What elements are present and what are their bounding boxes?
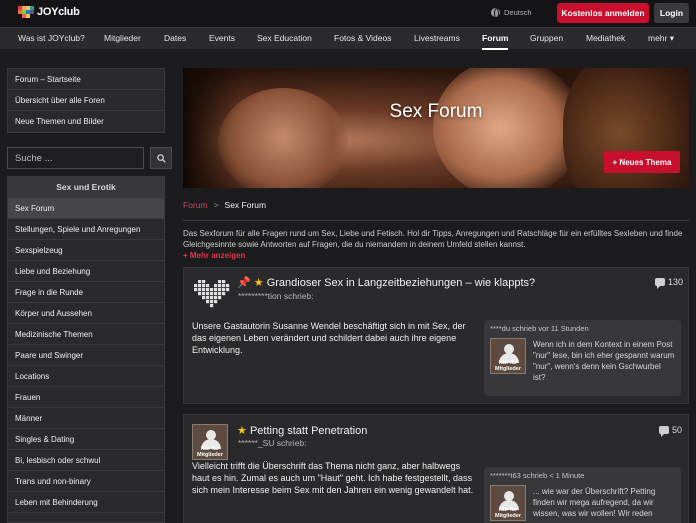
category-item[interactable]: Singles & Dating [8, 429, 164, 450]
category-item[interactable]: Frage in die Runde [8, 282, 164, 303]
hero-photo-part [433, 68, 583, 188]
reply-head: *******t63 schrieb < 1 Minute [490, 471, 585, 480]
main-nav: Was ist JOYclub? Mitglieder Dates Events… [0, 27, 696, 50]
nav-more-label: mehr [648, 33, 668, 43]
forum-description: Das Sexforum für alle Fragen rund um Sex… [183, 229, 683, 249]
thread-card[interactable]: 📌 ★ Grandioser Sex in Langzeitbeziehunge… [183, 267, 689, 404]
category-item[interactable]: Stellungen, Spiele und Anregungen [8, 219, 164, 240]
category-item[interactable]: Liebe und Beziehung [8, 261, 164, 282]
comment-icon [659, 426, 669, 437]
thread-excerpt: Vielleicht trifft die Überschrift das Th… [192, 461, 474, 495]
register-button[interactable]: Kostenlos anmelden [557, 3, 649, 23]
search-input[interactable] [7, 147, 144, 169]
category-title: Sex und Erotik [8, 177, 164, 198]
nav-item-livestreams[interactable]: Livestreams [414, 28, 460, 50]
thread-author: *********tion schrieb: [238, 291, 314, 301]
sidebar-link-all-forums[interactable]: Übersicht über alle Foren [8, 90, 164, 111]
page-title: Sex Forum [389, 101, 483, 122]
nav-item-gruppen[interactable]: Gruppen [530, 28, 563, 50]
divider [183, 220, 689, 221]
category-item[interactable]: Locations [8, 366, 164, 387]
logo-text: JOYclub [37, 6, 80, 18]
star-icon: ★ [237, 425, 247, 437]
nav-item-forum[interactable]: Forum [482, 28, 509, 50]
globe-icon [491, 8, 500, 19]
breadcrumb-separator: > [213, 200, 219, 210]
breadcrumb-current: Sex Forum [224, 200, 267, 210]
category-item[interactable]: Sexspielzeug [8, 240, 164, 261]
nav-item-dates[interactable]: Dates [164, 28, 186, 50]
category-item-sex-forum[interactable]: Sex Forum [8, 198, 164, 219]
member-avatar: Nur für Mitglieder [490, 485, 526, 521]
breadcrumb-forum[interactable]: Forum [183, 200, 208, 210]
new-topic-button[interactable]: + Neues Thema [604, 151, 680, 173]
nav-item-mitglieder[interactable]: Mitglieder [104, 28, 141, 50]
members-only-label: Nur für Mitglieder [495, 507, 521, 519]
members-only-label: Nur für Mitglieder [197, 446, 223, 458]
top-bar: JOYclub Deutsch Kostenlos anmelden Login [0, 0, 696, 27]
forum-search [7, 147, 172, 169]
pixel-heart-icon [194, 280, 230, 308]
nav-item-mehr[interactable]: mehr ▾ [648, 28, 674, 50]
forum-links-box: Forum – Startseite Übersicht über alle F… [7, 68, 165, 133]
thread-author: ******_SU schrieb: [238, 438, 307, 448]
reply-count-value: 50 [672, 425, 683, 435]
reply-head: ****du schrieb vor 11 Stunden [490, 324, 589, 333]
category-item[interactable]: Trans und non-binary [8, 471, 164, 492]
star-icon: ★ [253, 277, 264, 289]
category-item[interactable]: Frauen [8, 387, 164, 408]
thread-excerpt: Unsere Gastautorin Susanne Wendel beschä… [192, 321, 466, 355]
thread-title[interactable]: ★ Petting statt Penetration [237, 424, 367, 437]
show-more-link[interactable]: + Mehr anzeigen [183, 251, 245, 260]
latest-reply[interactable]: ****du schrieb vor 11 Stunden Nur für Mi… [484, 320, 681, 396]
search-button[interactable] [150, 147, 172, 169]
language-label: Deutsch [504, 8, 532, 17]
pin-icon: 📌 [237, 277, 251, 289]
heart-pixel-icon [18, 6, 34, 18]
reply-count-value: 130 [668, 277, 684, 287]
nav-item-was-ist-joyclub[interactable]: Was ist JOYclub? [18, 28, 85, 50]
breadcrumb: Forum > Sex Forum [183, 200, 266, 210]
nav-item-mediathek[interactable]: Mediathek [586, 28, 625, 50]
member-avatar: Nur für Mitglieder [490, 338, 526, 374]
category-item[interactable]: Paare und Swinger [8, 345, 164, 366]
thread-card[interactable]: Nur für Mitglieder ★ Petting statt Penet… [183, 414, 689, 523]
category-item[interactable]: Körper und Aussehen [8, 303, 164, 324]
nav-item-events[interactable]: Events [209, 28, 235, 50]
category-item[interactable]: Bi, lesbisch oder schwul [8, 450, 164, 471]
members-only-label: Nur für Mitglieder [495, 360, 521, 372]
joyclub-logo[interactable]: JOYclub [18, 6, 80, 18]
reply-text: Wenn ich in dem Kontext in einem Post "n… [533, 340, 675, 382]
reply-text: ... wie war der Überschrift? Petting fin… [533, 487, 656, 518]
category-item[interactable]: Medizinische Themen [8, 324, 164, 345]
category-item[interactable]: Leben mit Behinderung [8, 492, 164, 513]
nav-item-sex-education[interactable]: Sex Education [257, 28, 312, 50]
category-item[interactable]: Männer [8, 408, 164, 429]
nav-item-fotos-videos[interactable]: Fotos & Videos [334, 28, 392, 50]
forum-hero-banner: Sex Forum + Neues Thema [183, 68, 689, 188]
sidebar-link-forum-start[interactable]: Forum – Startseite [8, 69, 164, 90]
sidebar-link-new-topics[interactable]: Neue Themen und Bilder [8, 111, 164, 132]
login-button[interactable]: Login [654, 3, 689, 23]
reply-count: 50 [659, 425, 683, 437]
category-list: Sex und Erotik Sex Forum Stellungen, Spi… [7, 176, 165, 523]
language-switch[interactable]: Deutsch [491, 8, 532, 19]
thread-title-text: Petting statt Penetration [249, 425, 368, 437]
comment-icon [655, 278, 665, 289]
reply-count: 130 [655, 277, 684, 289]
search-icon [156, 153, 166, 163]
thread-title[interactable]: 📌 ★ Grandioser Sex in Langzeitbeziehunge… [237, 276, 535, 289]
chevron-down-icon: ▾ [669, 33, 675, 43]
member-avatar: Nur für Mitglieder [192, 424, 228, 460]
latest-reply[interactable]: *******t63 schrieb < 1 Minute Nur für Mi… [484, 467, 681, 523]
thread-title-text: Grandioser Sex in Langzeitbeziehungen – … [266, 277, 536, 289]
